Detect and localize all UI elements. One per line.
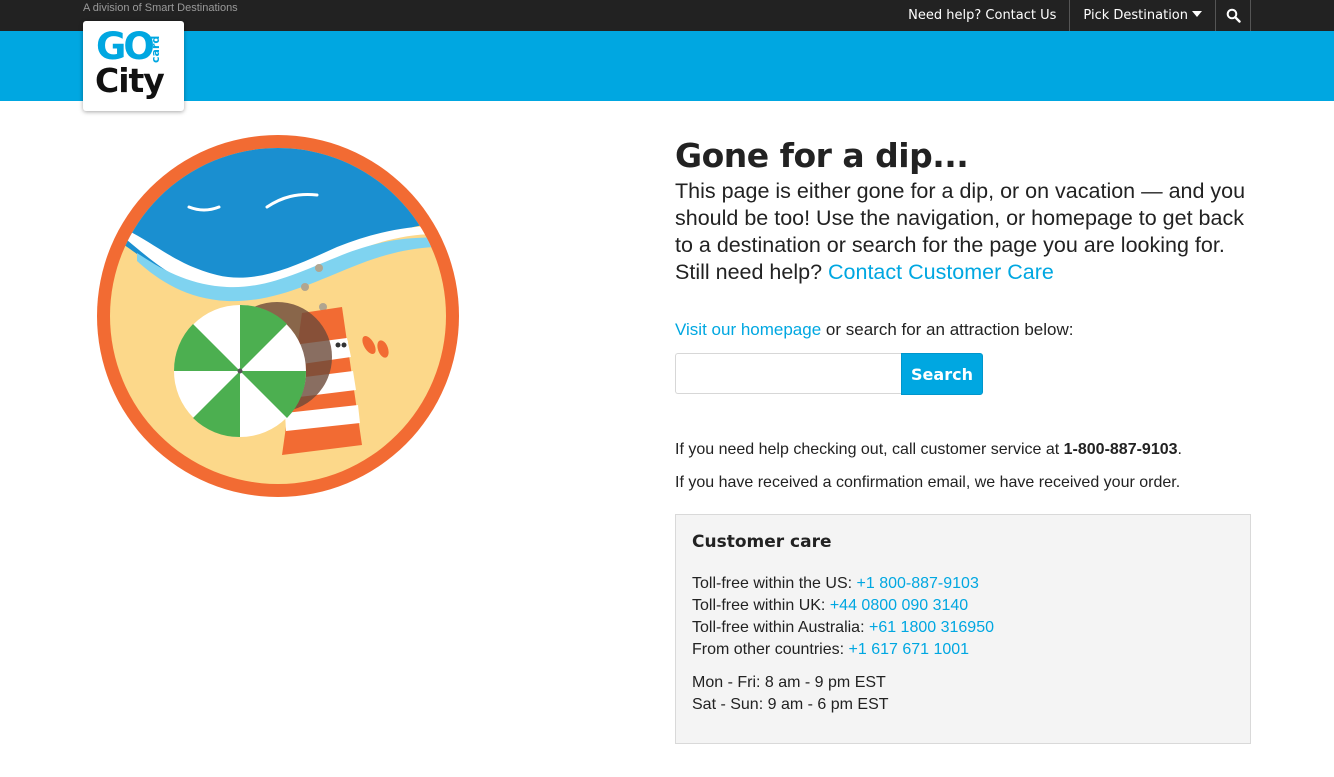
visit-text: or search for an attraction below: — [825, 320, 1074, 339]
sunglasses — [334, 340, 348, 348]
customer-care-heading: Customer care — [692, 532, 832, 552]
hours-list: Mon - Fri: 8 am - 9 pm EST Sat - Sun: 9 … — [692, 672, 1234, 716]
customer-care-box: Customer care Toll-free within the US: +… — [675, 514, 1251, 744]
phone-label: From other countries: — [692, 641, 845, 658]
phone-link-us[interactable]: +1 800-887-9103 — [857, 575, 979, 592]
search-icon — [1226, 8, 1241, 23]
top-nav: Need help? Contact Us Pick Destination — [895, 0, 1251, 31]
phone-label: Toll-free within UK: — [692, 597, 826, 614]
logo-city: City — [95, 61, 165, 100]
logo-card: card — [149, 35, 162, 63]
intro-paragraph: This page is either gone for a dip, or o… — [675, 178, 1251, 286]
go-city-logo[interactable]: GO card City — [83, 21, 184, 111]
brand-bar — [0, 31, 1334, 101]
phone-link-uk[interactable]: +44 0800 090 3140 — [830, 597, 968, 614]
phone-link-other[interactable]: +1 617 671 1001 — [849, 641, 970, 658]
checkout-help: If you need help checking out, call cust… — [675, 439, 1251, 461]
phone-list: Toll-free within the US: +1 800-887-9103… — [692, 573, 1234, 661]
search-form: Search — [675, 353, 1251, 395]
pick-destination-label: Pick Destination — [1083, 8, 1188, 23]
confirmation-text: If you have received a confirmation emai… — [675, 474, 1181, 491]
phone-line-uk: Toll-free within UK: +44 0800 090 3140 — [692, 595, 1234, 617]
phone-label: Toll-free within Australia: — [692, 619, 865, 636]
search-toggle-button[interactable] — [1215, 0, 1251, 31]
search-input[interactable] — [675, 353, 901, 394]
top-bar: A division of Smart Destinations Need he… — [0, 0, 1334, 31]
visit-line: Visit our homepage or search for an attr… — [675, 319, 1251, 341]
checkout-help-text: If you need help checking out, call cust… — [675, 441, 1060, 458]
hours-weekend: Sat - Sun: 9 am - 6 pm EST — [692, 696, 889, 713]
phone-line-au: Toll-free within Australia: +61 1800 316… — [692, 617, 1234, 639]
main-content: Gone for a dip... This page is either go… — [675, 135, 1251, 744]
contact-customer-care-link[interactable]: Contact Customer Care — [828, 260, 1054, 284]
phone-line-other: From other countries: +1 617 671 1001 — [692, 639, 1234, 661]
hours-weekday: Mon - Fri: 8 am - 9 pm EST — [692, 674, 886, 691]
checkout-help-phone: 1-800-887-9103 — [1063, 441, 1178, 458]
search-button[interactable]: Search — [901, 353, 983, 395]
page-title: Gone for a dip... — [675, 136, 969, 175]
pick-destination-dropdown[interactable]: Pick Destination — [1069, 0, 1215, 31]
phone-line-us: Toll-free within the US: +1 800-887-9103 — [692, 573, 1234, 595]
phone-label: Toll-free within the US: — [692, 575, 853, 592]
beach-illustration — [97, 135, 459, 497]
checkout-help-period: . — [1177, 441, 1182, 458]
umbrella — [173, 304, 307, 438]
contact-us-link[interactable]: Need help? Contact Us — [895, 0, 1069, 31]
caret-down-icon — [1192, 10, 1202, 17]
visit-homepage-link[interactable]: Visit our homepage — [675, 320, 821, 339]
phone-link-au[interactable]: +61 1800 316950 — [869, 619, 994, 636]
division-text: A division of Smart Destinations — [83, 2, 238, 14]
